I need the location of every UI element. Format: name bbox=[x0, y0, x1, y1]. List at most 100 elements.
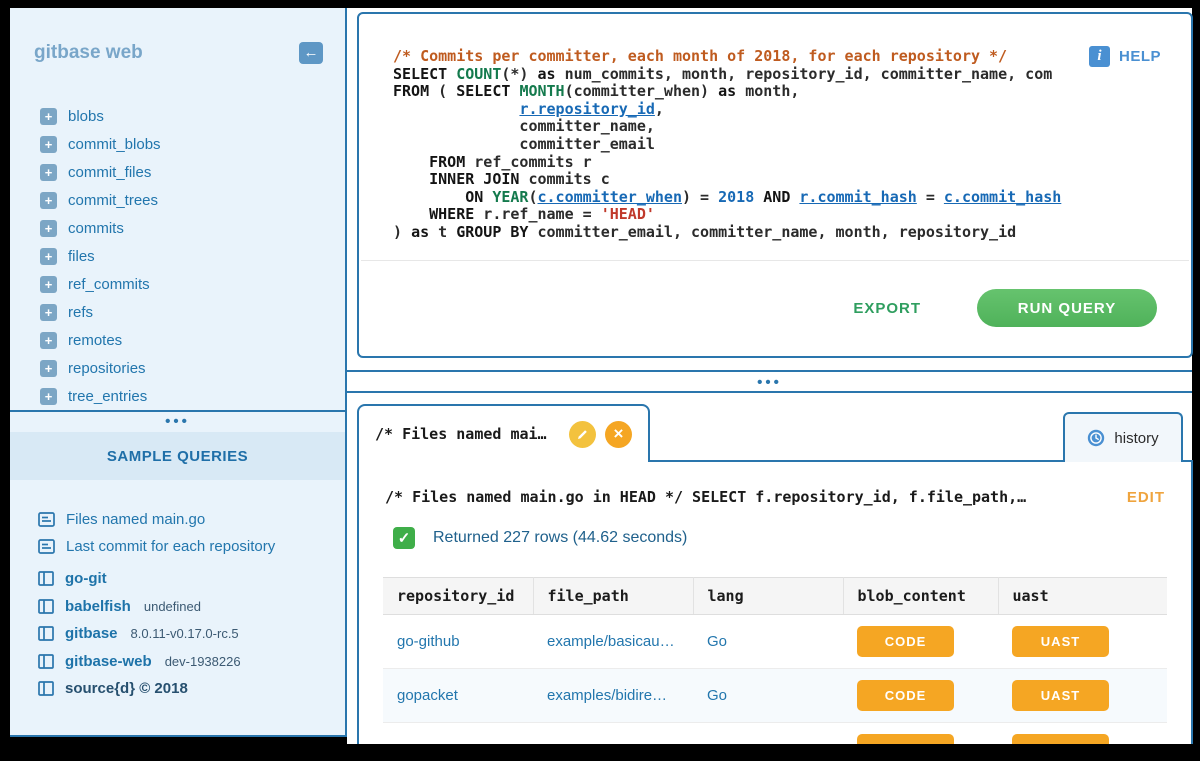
pencil-icon bbox=[576, 428, 589, 441]
sample-queries-list: Files named main.go Last commit for each … bbox=[10, 506, 345, 560]
plus-icon: + bbox=[40, 220, 57, 237]
close-tab-button[interactable]: × bbox=[605, 421, 632, 448]
uast-button[interactable]: UAST bbox=[1012, 626, 1109, 657]
rename-tab-button[interactable] bbox=[569, 421, 596, 448]
sidebar-table-repositories[interactable]: +repositories bbox=[10, 354, 345, 382]
app-window: gitbase web ← +blobs+commit_blobs+commit… bbox=[0, 0, 1200, 761]
uast-button[interactable]: UAST bbox=[1012, 680, 1109, 711]
about-version: dev-1938226 bbox=[165, 654, 241, 669]
panel-splitter-handle[interactable]: ••• bbox=[347, 373, 1192, 393]
plus-icon: + bbox=[40, 192, 57, 209]
sql-editor[interactable]: /* Commits per committer, each month of … bbox=[359, 14, 1191, 242]
sidebar-table-tree_entries[interactable]: + tree_entries bbox=[10, 382, 345, 410]
close-icon: × bbox=[614, 424, 624, 444]
table-label: tree_entries bbox=[68, 388, 147, 405]
code-line-6: committer_email bbox=[393, 136, 1171, 154]
sidebar-table-refs[interactable]: +refs bbox=[10, 298, 345, 326]
about-name: go-git bbox=[65, 570, 107, 587]
about-name: gitbase-web bbox=[65, 653, 152, 670]
sidebar-table-commit_files[interactable]: + commit_files bbox=[10, 158, 345, 186]
plus-icon: + bbox=[40, 304, 57, 321]
cell-blob_content: CODE bbox=[843, 615, 998, 669]
sidebar-table-ref_commits[interactable]: +ref_commits bbox=[10, 270, 345, 298]
results-panel: /* Files named main.go in HEAD */ SELECT… bbox=[357, 460, 1193, 744]
success-check-icon: ✓ bbox=[393, 527, 415, 549]
table-body: go-githubexample/basicau…GoCODEUASTgopac… bbox=[383, 615, 1167, 745]
cell-blob_content: CODE bbox=[843, 669, 998, 723]
code-button[interactable]: CODE bbox=[857, 626, 954, 657]
code-line-8: INNER JOIN commits c bbox=[393, 171, 1171, 189]
code-button[interactable]: CODE bbox=[857, 734, 954, 744]
table-row: gopacketexamples/bidire…GoCODEUAST bbox=[383, 669, 1167, 723]
about-item: gitbase 8.0.11-v0.17.0-rc.5 bbox=[10, 620, 345, 648]
panel-splitter-line-bottom bbox=[347, 391, 1192, 393]
about-item: gitbase-web dev-1938226 bbox=[10, 648, 345, 676]
sample-queries-title: SAMPLE QUERIES bbox=[107, 448, 248, 465]
arrow-left-icon: ← bbox=[304, 44, 319, 61]
cell-uast: UAST bbox=[998, 723, 1167, 745]
code-button[interactable]: CODE bbox=[857, 680, 954, 711]
plus-icon: + bbox=[40, 108, 57, 125]
sidebar-table-files[interactable]: +files bbox=[10, 242, 345, 270]
about-list: go-git babelfish undefined gitbase 8.0.11-v0… bbox=[10, 565, 345, 703]
sample-query-label: Last commit for each repository bbox=[66, 538, 275, 555]
table-label: files bbox=[68, 248, 95, 265]
plus-icon: + bbox=[40, 276, 57, 293]
plus-icon: + bbox=[40, 360, 57, 377]
about-name: gitbase bbox=[65, 625, 118, 642]
tables-list: + blobs +commit_blobs + commit_files +commit_… bbox=[10, 102, 345, 410]
console-icon bbox=[38, 512, 55, 527]
code-line-10: WHERE r.ref_name = 'HEAD' bbox=[393, 206, 1171, 224]
table-label: commits bbox=[68, 220, 124, 237]
table-label: blobs bbox=[68, 108, 104, 125]
about-item: go-git bbox=[10, 565, 345, 593]
about-version: undefined bbox=[144, 599, 201, 614]
sidebar-collapse-button[interactable]: ← bbox=[299, 42, 323, 64]
query-summary: /* Files named main.go in HEAD */ SELECT… bbox=[385, 488, 1026, 506]
sidebar-splitter-handle[interactable]: ••• bbox=[10, 412, 345, 432]
sample-query-item[interactable]: Last commit for each repository bbox=[10, 533, 345, 560]
help-label: HELP bbox=[1119, 48, 1161, 65]
sidebar: gitbase web ← +blobs+commit_blobs+commit… bbox=[10, 8, 347, 737]
run-query-button[interactable]: RUN QUERY bbox=[977, 289, 1157, 327]
edit-query-button[interactable]: EDIT bbox=[1127, 489, 1165, 506]
sidebar-table-commit_blobs[interactable]: +commit_blobs bbox=[10, 130, 345, 158]
sample-query-label: Files named main.go bbox=[66, 511, 205, 528]
editor-actions: EXPORT RUN QUERY bbox=[853, 286, 1157, 330]
sidebar-table-commits[interactable]: + commits bbox=[10, 214, 345, 242]
result-tab[interactable]: /* Files named mai… × bbox=[357, 404, 650, 462]
sample-query-item[interactable]: Files named main.go bbox=[10, 506, 345, 533]
window-icon bbox=[38, 681, 54, 696]
export-button[interactable]: EXPORT bbox=[853, 300, 921, 317]
plus-icon: + bbox=[40, 388, 57, 405]
help-button[interactable]: i HELP bbox=[1089, 46, 1161, 67]
plus-icon: + bbox=[40, 164, 57, 181]
about-name: babelfish bbox=[65, 598, 131, 615]
console-icon bbox=[38, 539, 55, 554]
info-icon: i bbox=[1089, 46, 1110, 67]
cell-uast: UAST bbox=[998, 615, 1167, 669]
code-line-4: r.repository_id, bbox=[393, 101, 1171, 119]
column-header-file_path: file_path bbox=[533, 578, 693, 615]
sidebar-table-blobs[interactable]: + blobs bbox=[10, 102, 345, 130]
query-editor-panel: i HELP /* Commits per committer, each mo… bbox=[357, 12, 1193, 358]
sidebar-table-commit_trees[interactable]: +commit_trees bbox=[10, 186, 345, 214]
uast-button[interactable]: UAST bbox=[1012, 734, 1109, 744]
window-icon bbox=[38, 571, 54, 586]
code-line-1: /* Commits per committer, each month of … bbox=[393, 48, 1171, 66]
code-line-7: FROM ref_commits r bbox=[393, 154, 1171, 172]
history-tab[interactable]: history bbox=[1063, 412, 1183, 462]
about-name: source{d} © 2018 bbox=[65, 680, 188, 697]
about-version: 8.0.11-v0.17.0-rc.5 bbox=[131, 626, 239, 641]
table-row: go-githubexample/basicau…GoCODEUAST bbox=[383, 615, 1167, 669]
cell-repository_id: gopacket bbox=[383, 669, 533, 723]
sidebar-header: gitbase web ← bbox=[10, 8, 345, 64]
window-icon bbox=[38, 654, 54, 669]
plus-icon: + bbox=[40, 332, 57, 349]
result-tab-title: /* Files named mai… bbox=[375, 425, 560, 443]
sidebar-table-remotes[interactable]: + remotes bbox=[10, 326, 345, 354]
cell-lang: Go bbox=[693, 615, 843, 669]
about-item: source{d} © 2018 bbox=[10, 675, 345, 703]
table-label: commit_files bbox=[68, 164, 151, 181]
table-label: remotes bbox=[68, 332, 122, 349]
